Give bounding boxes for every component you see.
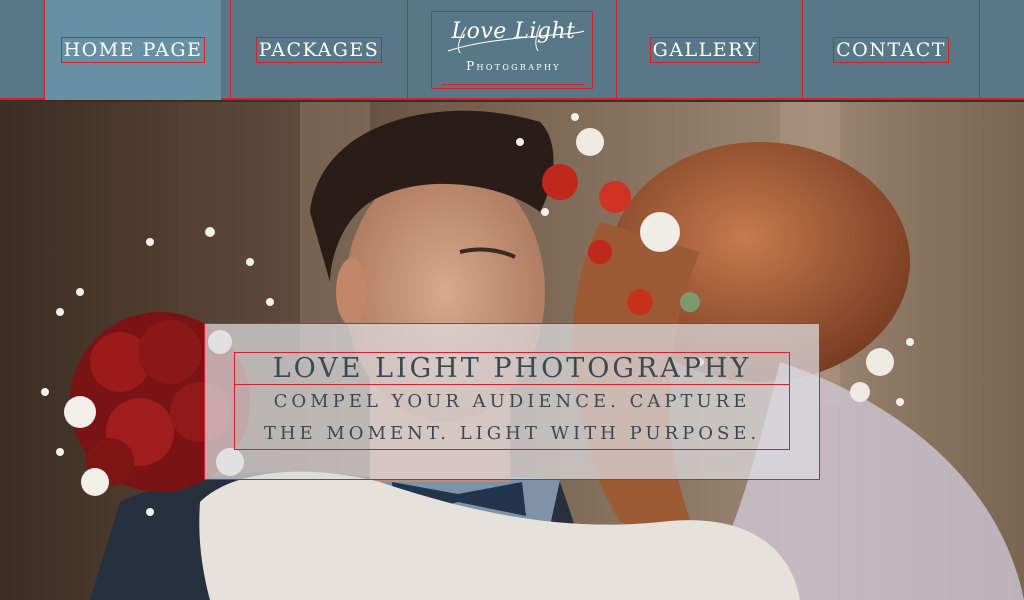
nav-home-page-label: HOME PAGE xyxy=(60,37,206,63)
nav-contact-label: CONTACT xyxy=(833,37,949,63)
hero-section xyxy=(0,102,1024,600)
nav-packages[interactable]: PACKAGES xyxy=(230,0,407,100)
nav-home-page[interactable]: HOME PAGE xyxy=(44,0,221,100)
nav-packages-label: PACKAGES xyxy=(255,37,383,63)
logo-subtitle: Photography xyxy=(466,59,561,73)
nav-spacer xyxy=(979,0,1024,100)
hero-title: LOVE LIGHT PHOTOGRAPHY xyxy=(234,352,790,385)
nav-gallery[interactable]: GALLERY xyxy=(616,0,793,100)
hero-subtitle-line1: COMPEL YOUR AUDIENCE. CAPTURE xyxy=(273,391,751,412)
logo-script-text: Love Light xyxy=(451,19,576,44)
nav-contact[interactable]: CONTACT xyxy=(802,0,979,100)
logo: Love Light Photography xyxy=(442,19,585,85)
nav-gallery-label: GALLERY xyxy=(649,37,761,63)
hero-subtitle-line2: THE MOMENT. LIGHT WITH PURPOSE. xyxy=(263,423,761,444)
hero-subtitle: COMPEL YOUR AUDIENCE. CAPTURE THE MOMENT… xyxy=(234,384,790,450)
top-navigation-bar: HOME PAGE PACKAGES GALLERY CONTACT Love … xyxy=(0,0,1024,100)
